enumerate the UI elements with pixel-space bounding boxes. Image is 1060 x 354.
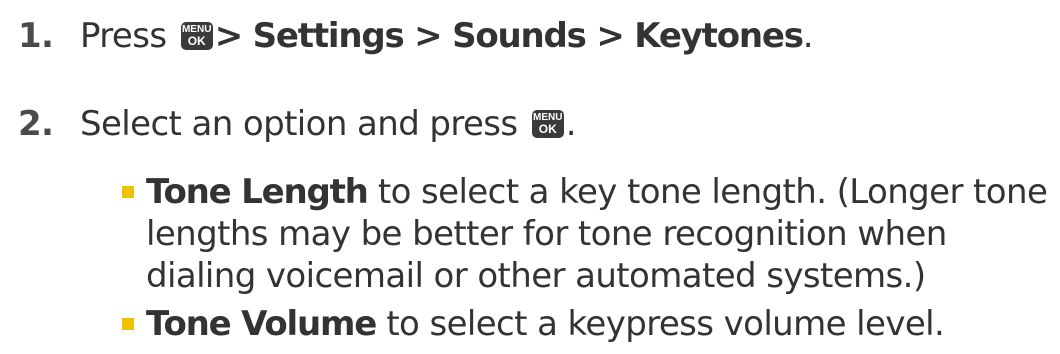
bullet-text: Tone Length to select a key tone length.… — [146, 172, 1048, 212]
square-bullet-icon — [122, 318, 134, 330]
step-number: 2. — [18, 104, 54, 144]
bullet-text: Tone Volume to select a keypress volume … — [146, 304, 945, 344]
step-text: Press MENU OK > Settings > Sounds > Keyton… — [80, 16, 814, 56]
option-description: to select a keypress volume level. — [376, 304, 945, 344]
square-bullet-icon — [122, 186, 134, 198]
step-lead-text: Press — [80, 16, 167, 56]
step-trailing-text: . — [802, 16, 814, 56]
key-label-bottom: OK — [538, 122, 557, 136]
option-description: lengths may be better for tone recogniti… — [146, 214, 947, 254]
menu-path: > Settings > Sounds > Keytones — [214, 16, 804, 56]
option-term: Tone Volume — [146, 304, 377, 344]
step-lead-text: Select an option and press — [80, 104, 518, 144]
menu-ok-key-icon: MENU OK — [531, 110, 564, 138]
option-description: to select a key tone length. (Longer ton… — [367, 172, 1048, 212]
step-trailing-text: . — [565, 104, 577, 144]
option-description: dialing voicemail or other automated sys… — [146, 256, 926, 296]
option-term: Tone Length — [146, 172, 369, 212]
step-text: Select an option and press MENU OK. — [80, 104, 577, 144]
step-number: 1. — [18, 16, 54, 56]
menu-ok-key-icon: MENU OK — [180, 22, 213, 50]
key-label-bottom: OK — [187, 34, 206, 48]
